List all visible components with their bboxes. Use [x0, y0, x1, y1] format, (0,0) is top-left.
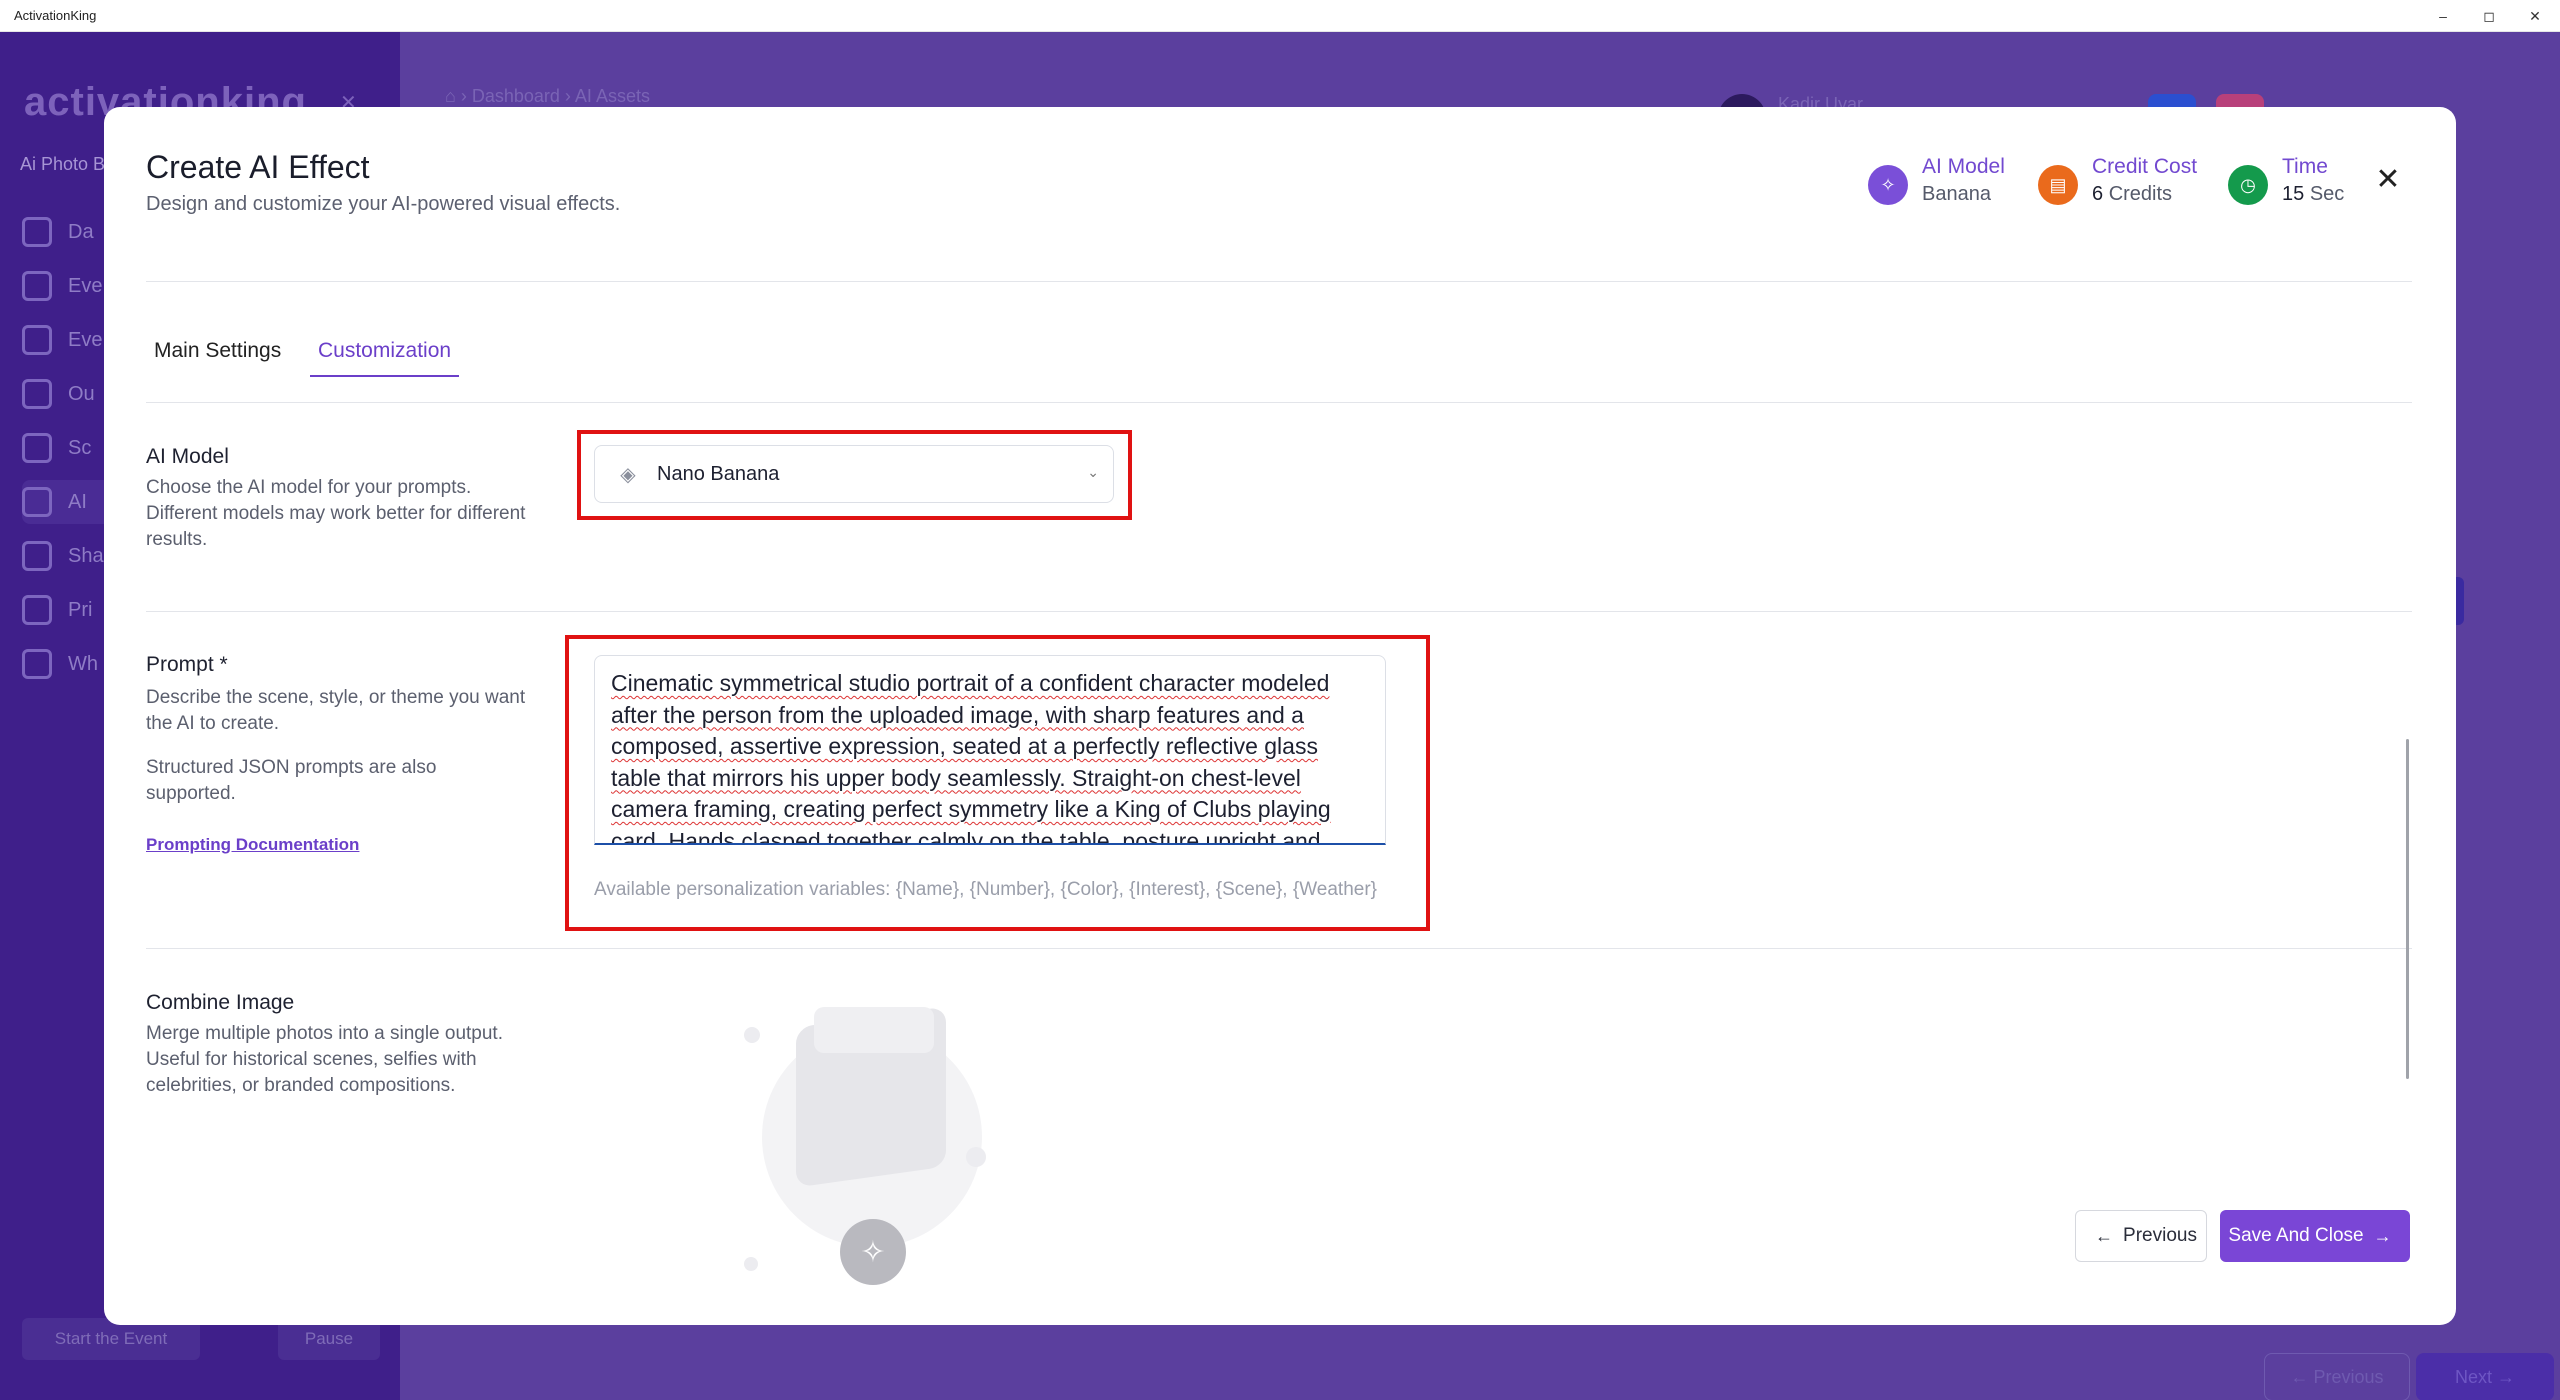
- gear-icon: [22, 325, 52, 355]
- stat-model-value: Banana: [1922, 183, 1991, 205]
- coins-icon: ▤: [2038, 165, 2078, 205]
- previous-button[interactable]: ← Previous: [2075, 1210, 2207, 1262]
- arrow-left-icon: ←: [2095, 1225, 2114, 1246]
- bolt-icon: [22, 271, 52, 301]
- diamond-icon: ◈: [620, 463, 636, 486]
- ai-model-icon: ✧: [1868, 165, 1908, 205]
- prompt-title: Prompt *: [146, 653, 228, 676]
- window-titlebar: ActivationKing – ◻ ✕: [0, 0, 2560, 32]
- share-icon: [22, 541, 52, 571]
- home-icon: [22, 217, 52, 247]
- stat-cost-value: 6 Credits: [2092, 183, 2173, 205]
- stat-time-value: 15 Sec: [2282, 183, 2345, 205]
- ai-model-title: AI Model: [146, 445, 229, 468]
- printer-icon: [22, 595, 52, 625]
- prompt-divider: [146, 948, 2412, 949]
- prompting-documentation-link[interactable]: Prompting Documentation: [146, 835, 359, 855]
- prompt-textarea[interactable]: Cinematic symmetrical studio portrait of…: [594, 655, 1386, 845]
- prompt-json-note: Structured JSON prompts are also support…: [146, 757, 437, 804]
- minimize-icon[interactable]: –: [2420, 0, 2466, 32]
- breadcrumb: ⌂ › Dashboard › AI Assets: [445, 86, 650, 106]
- stat-model-label: AI Model: [1922, 155, 2005, 178]
- monitor-icon: [22, 433, 52, 463]
- prompt-text: Cinematic symmetrical studio portrait of…: [611, 670, 1331, 845]
- model-divider: [146, 611, 2412, 612]
- background-next-button[interactable]: Next →: [2416, 1353, 2554, 1400]
- maximize-icon[interactable]: ◻: [2466, 0, 2512, 32]
- sidebar-section-label: Ai Photo B: [20, 154, 106, 174]
- stat-time: ◷ Time 15 Sec: [2228, 155, 2344, 206]
- save-and-close-button[interactable]: Save And Close →: [2220, 1210, 2410, 1262]
- box-lid: [814, 1007, 934, 1053]
- window-close-icon[interactable]: ✕: [2512, 0, 2558, 32]
- scrollbar[interactable]: [2406, 739, 2409, 1079]
- header-divider: [146, 281, 2412, 282]
- combine-image-placeholder[interactable]: ✧: [744, 987, 1004, 1307]
- prompt-description: Describe the scene, style, or theme you …: [146, 687, 526, 734]
- create-ai-effect-modal: Create AI Effect Design and customize yo…: [104, 107, 2456, 1325]
- ai-model-description: Choose the AI model for your prompts. Di…: [146, 477, 526, 550]
- decor-dot: [966, 1147, 986, 1167]
- decor-dot: [744, 1027, 760, 1043]
- sparkle-icon: ✧: [840, 1219, 906, 1285]
- close-icon[interactable]: ✕: [2370, 161, 2406, 197]
- tab-customization[interactable]: Customization: [310, 335, 460, 377]
- sparkle-icon: [22, 487, 52, 517]
- stat-credit-cost: ▤ Credit Cost 6 Credits: [2038, 155, 2197, 206]
- modal-subtitle: Design and customize your AI-powered vis…: [146, 193, 621, 215]
- ai-model-selected: Nano Banana: [657, 462, 780, 485]
- combine-image-description: Merge multiple photos into a single outp…: [146, 1023, 503, 1096]
- stat-time-label: Time: [2282, 155, 2328, 178]
- background-previous-button[interactable]: ← Previous: [2264, 1353, 2410, 1400]
- arrow-right-icon: →: [2373, 1225, 2392, 1246]
- combine-image-title: Combine Image: [146, 991, 295, 1014]
- tab-main-settings[interactable]: Main Settings: [146, 335, 289, 375]
- asterisk-icon: [22, 649, 52, 679]
- stat-ai-model: ✧ AI Model Banana: [1868, 155, 2005, 206]
- window-title: ActivationKing: [14, 8, 97, 23]
- chevron-down-icon: ⌄: [1087, 464, 1099, 480]
- user-icon: [22, 379, 52, 409]
- clock-icon: ◷: [2228, 165, 2268, 205]
- modal-title: Create AI Effect: [146, 149, 370, 185]
- ai-model-select[interactable]: ◈ Nano Banana ⌄: [594, 445, 1114, 503]
- variables-hint: Available personalization variables: {Na…: [594, 879, 1378, 900]
- decor-dot: [744, 1257, 758, 1271]
- tabs-divider: [146, 402, 2412, 403]
- stat-cost-label: Credit Cost: [2092, 155, 2198, 178]
